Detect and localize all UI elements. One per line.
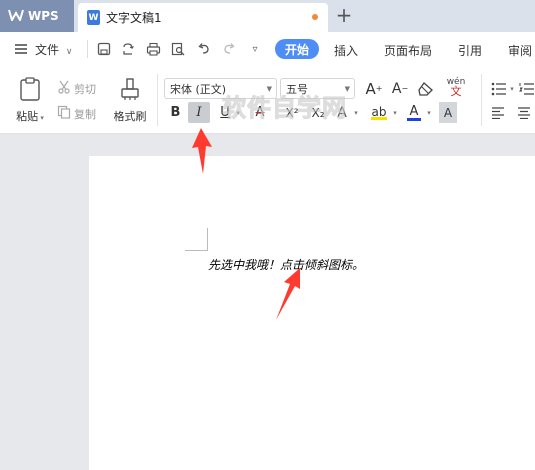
copy-button[interactable]: 复制 [57,105,96,122]
align-left-icon[interactable] [490,102,506,123]
decrease-font-icon[interactable]: A − [390,78,410,99]
align-center-icon[interactable] [516,102,532,123]
document-page[interactable] [89,156,535,470]
font-color-button[interactable]: A [405,102,423,123]
bullet-list-icon[interactable] [490,78,508,99]
document-tab-title: 文字文稿1 [106,11,162,25]
italic-button[interactable]: I [188,102,210,123]
highlight-button[interactable]: ab [369,102,389,123]
document-tab[interactable]: W 文字文稿1 [78,3,328,32]
unsaved-indicator [312,14,318,20]
character-shading-button[interactable]: A [439,102,457,123]
chevron-down-icon: ∨ [65,47,73,57]
export-icon[interactable] [120,41,136,57]
watermark: 软件自学网 [222,94,347,123]
tab-home[interactable]: 开始 [275,39,319,59]
ribbon-divider [157,74,158,126]
crop-mark [185,250,208,251]
numbered-list-icon[interactable] [519,78,535,99]
paste-label-wrap: 粘贴 ▾ [16,108,44,124]
tab-insert[interactable]: 插入 [334,42,358,59]
scissors-icon [57,80,71,97]
highlight-color-bar [371,117,387,120]
app-label: WPS [28,9,59,23]
phonetic-guide-button[interactable]: wén 文 [443,76,469,97]
chevron-down-icon: ▾ [38,114,44,122]
font-name-value: 宋体 (正文) [170,82,227,96]
chevron-down-icon[interactable]: ▾ [352,102,360,123]
chevron-down-icon[interactable]: ▾ [425,102,433,123]
ribbon-divider [481,74,482,126]
phonetic-char: 文 [450,84,462,98]
print-preview-icon[interactable] [170,41,186,57]
save-icon[interactable] [96,41,112,57]
cut-button[interactable]: 剪切 [57,80,96,97]
chevron-down-icon[interactable]: ▾ [391,102,399,123]
bold-button[interactable]: B [166,102,185,123]
divider [87,40,88,58]
increase-font-icon[interactable]: A + [364,78,384,99]
wps-logo-icon [8,9,24,24]
tab-references[interactable]: 引用 [458,42,482,59]
wps-home-tab[interactable]: WPS [0,0,74,32]
cut-label: 剪切 [74,82,96,96]
print-icon[interactable] [145,41,161,57]
redo-icon[interactable] [221,41,237,57]
format-painter-label: 格式刷 [113,110,147,123]
new-tab-button[interactable]: + [333,3,355,27]
paste-label: 粘贴 [16,110,39,123]
tab-page-layout[interactable]: 页面布局 [384,42,432,59]
menu-bar [0,32,535,66]
clear-format-icon[interactable] [416,78,436,99]
annotation-arrow-icon [276,268,300,320]
undo-icon[interactable] [196,41,212,57]
format-painter-button[interactable]: 格式刷 [110,77,150,124]
brush-icon [119,77,141,104]
copy-icon [57,105,71,122]
quick-access-dropdown-icon[interactable]: ▿ [247,41,263,57]
tab-review[interactable]: 审阅 [508,42,532,59]
clipboard-icon [19,77,41,104]
font-color-glyph: A [409,103,419,119]
font-color-bar [407,117,421,121]
crop-mark [207,228,208,251]
hamburger-menu-icon[interactable] [14,43,28,55]
annotation-arrow-icon [192,128,212,174]
paste-button[interactable]: 粘贴 ▾ [12,77,48,124]
chevron-down-icon[interactable]: ▾ [508,78,516,99]
file-menu-label: 文件 [35,43,60,57]
copy-label: 复制 [74,107,96,121]
writer-doc-icon: W [87,10,100,25]
file-menu[interactable]: 文件 ∨ [35,41,72,58]
